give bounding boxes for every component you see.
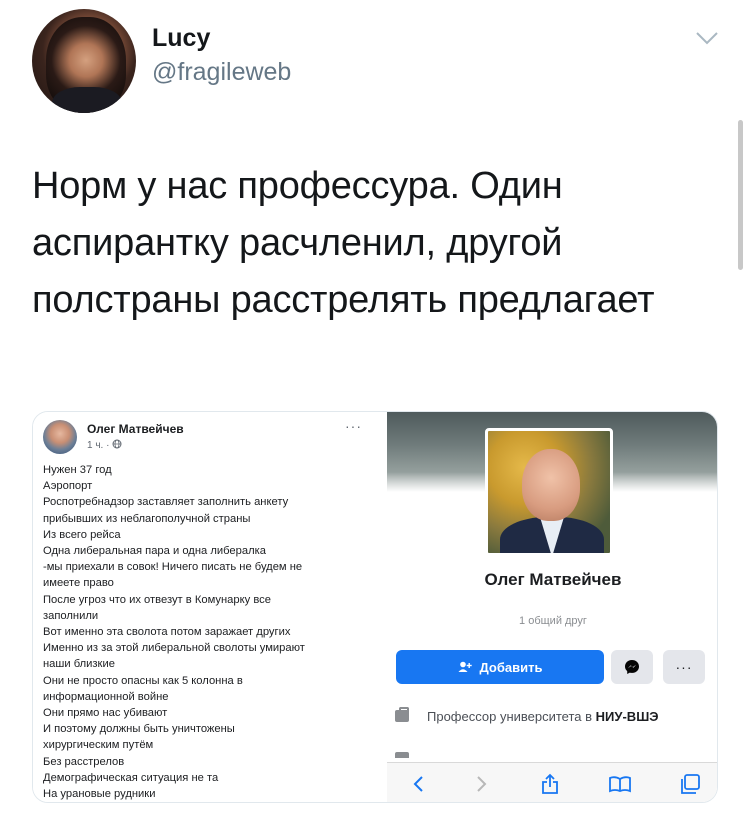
messenger-icon	[625, 660, 639, 674]
post-line: Без расстрелов	[43, 755, 125, 768]
globe-icon	[112, 439, 122, 449]
post-menu-button[interactable]: ···	[345, 418, 362, 434]
post-line: Они прямо нас убивают	[43, 707, 168, 720]
avatar-shirt	[52, 87, 122, 113]
post-line: информационной войне	[43, 690, 169, 703]
post-line: Именно из за этой либеральной сволоты ум…	[43, 642, 305, 655]
photo-face	[522, 449, 580, 521]
author-name[interactable]: Lucy	[152, 24, 210, 53]
scrollbar[interactable]	[738, 120, 743, 270]
mutual-friends[interactable]: 1 общий друг	[387, 615, 717, 627]
post-line: И поэтому должны быть уничтожены	[43, 723, 235, 736]
tabs-icon[interactable]	[679, 773, 701, 795]
profile-photo[interactable]	[485, 428, 613, 556]
work-info: Профессор университета в НИУ-ВШЭ	[427, 708, 707, 726]
add-friend-icon	[458, 661, 472, 672]
post-line: Они не просто опасны как 5 колонна в	[43, 674, 243, 687]
post-author-name[interactable]: Олег Матвейчев	[87, 422, 184, 436]
tweet-media[interactable]: Олег Матвейчев 1 ч. · ··· Нужен 37 год Аэ…	[32, 411, 718, 803]
post-line: Из всего рейса	[43, 528, 121, 541]
post-timestamp: 1 ч. ·	[87, 440, 113, 451]
work-prefix: Профессор университета в	[427, 709, 596, 724]
forward-icon[interactable]	[471, 773, 493, 795]
facebook-profile: Олег Матвейчев 1 общий друг Добавить ···…	[387, 412, 717, 802]
post-line: -мы приехали в совок! Ничего писать не б…	[43, 561, 303, 574]
share-icon[interactable]	[539, 773, 561, 795]
post-line: хирургическим путём	[43, 739, 154, 752]
education-icon	[395, 752, 409, 758]
chevron-down-icon[interactable]	[695, 30, 719, 46]
post-line: Вот именно эта сволота потом заражает др…	[43, 626, 291, 639]
post-line: На урановые рудники	[43, 788, 156, 801]
post-line: Роспотребнадзор заставляет заполнить анк…	[43, 496, 289, 509]
post-line: Аэропорт	[43, 480, 93, 493]
bookmarks-icon[interactable]	[609, 773, 631, 795]
message-button[interactable]	[611, 650, 653, 684]
back-icon[interactable]	[407, 773, 429, 795]
post-body: Нужен 37 год Аэропорт Роспотребнадзор заст…	[43, 462, 365, 802]
post-line: имеете право	[43, 577, 114, 590]
tweet-text: Норм у нас профессура. Один аспирантку р…	[32, 165, 655, 321]
briefcase-icon	[395, 707, 409, 722]
post-line: Нужен 37 год	[43, 464, 112, 476]
facebook-post: Олег Матвейчев 1 ч. · ··· Нужен 37 год Аэ…	[33, 412, 373, 802]
author-handle[interactable]: @fragileweb	[152, 58, 291, 87]
add-friend-label: Добавить	[479, 659, 543, 675]
post-line: прибывших из неблагополучной страны	[43, 512, 251, 525]
post-line: После угроз что их отвезут в Комунарку в…	[43, 593, 271, 606]
author-avatar[interactable]	[32, 9, 136, 113]
work-organization[interactable]: НИУ-ВШЭ	[596, 709, 659, 724]
post-line: заполнили	[43, 609, 99, 622]
post-meta: 1 ч. ·	[87, 439, 122, 451]
browser-toolbar	[387, 762, 717, 802]
post-line: Демографическая ситуация не та	[43, 771, 219, 784]
more-button[interactable]: ···	[663, 650, 705, 684]
profile-name: Олег Матвейчев	[484, 570, 622, 589]
post-line: Одна либеральная пара и одна либералка	[43, 545, 266, 558]
post-line: наши близкие	[43, 658, 115, 671]
add-friend-button[interactable]: Добавить	[396, 650, 604, 684]
post-author-avatar[interactable]	[43, 420, 77, 454]
